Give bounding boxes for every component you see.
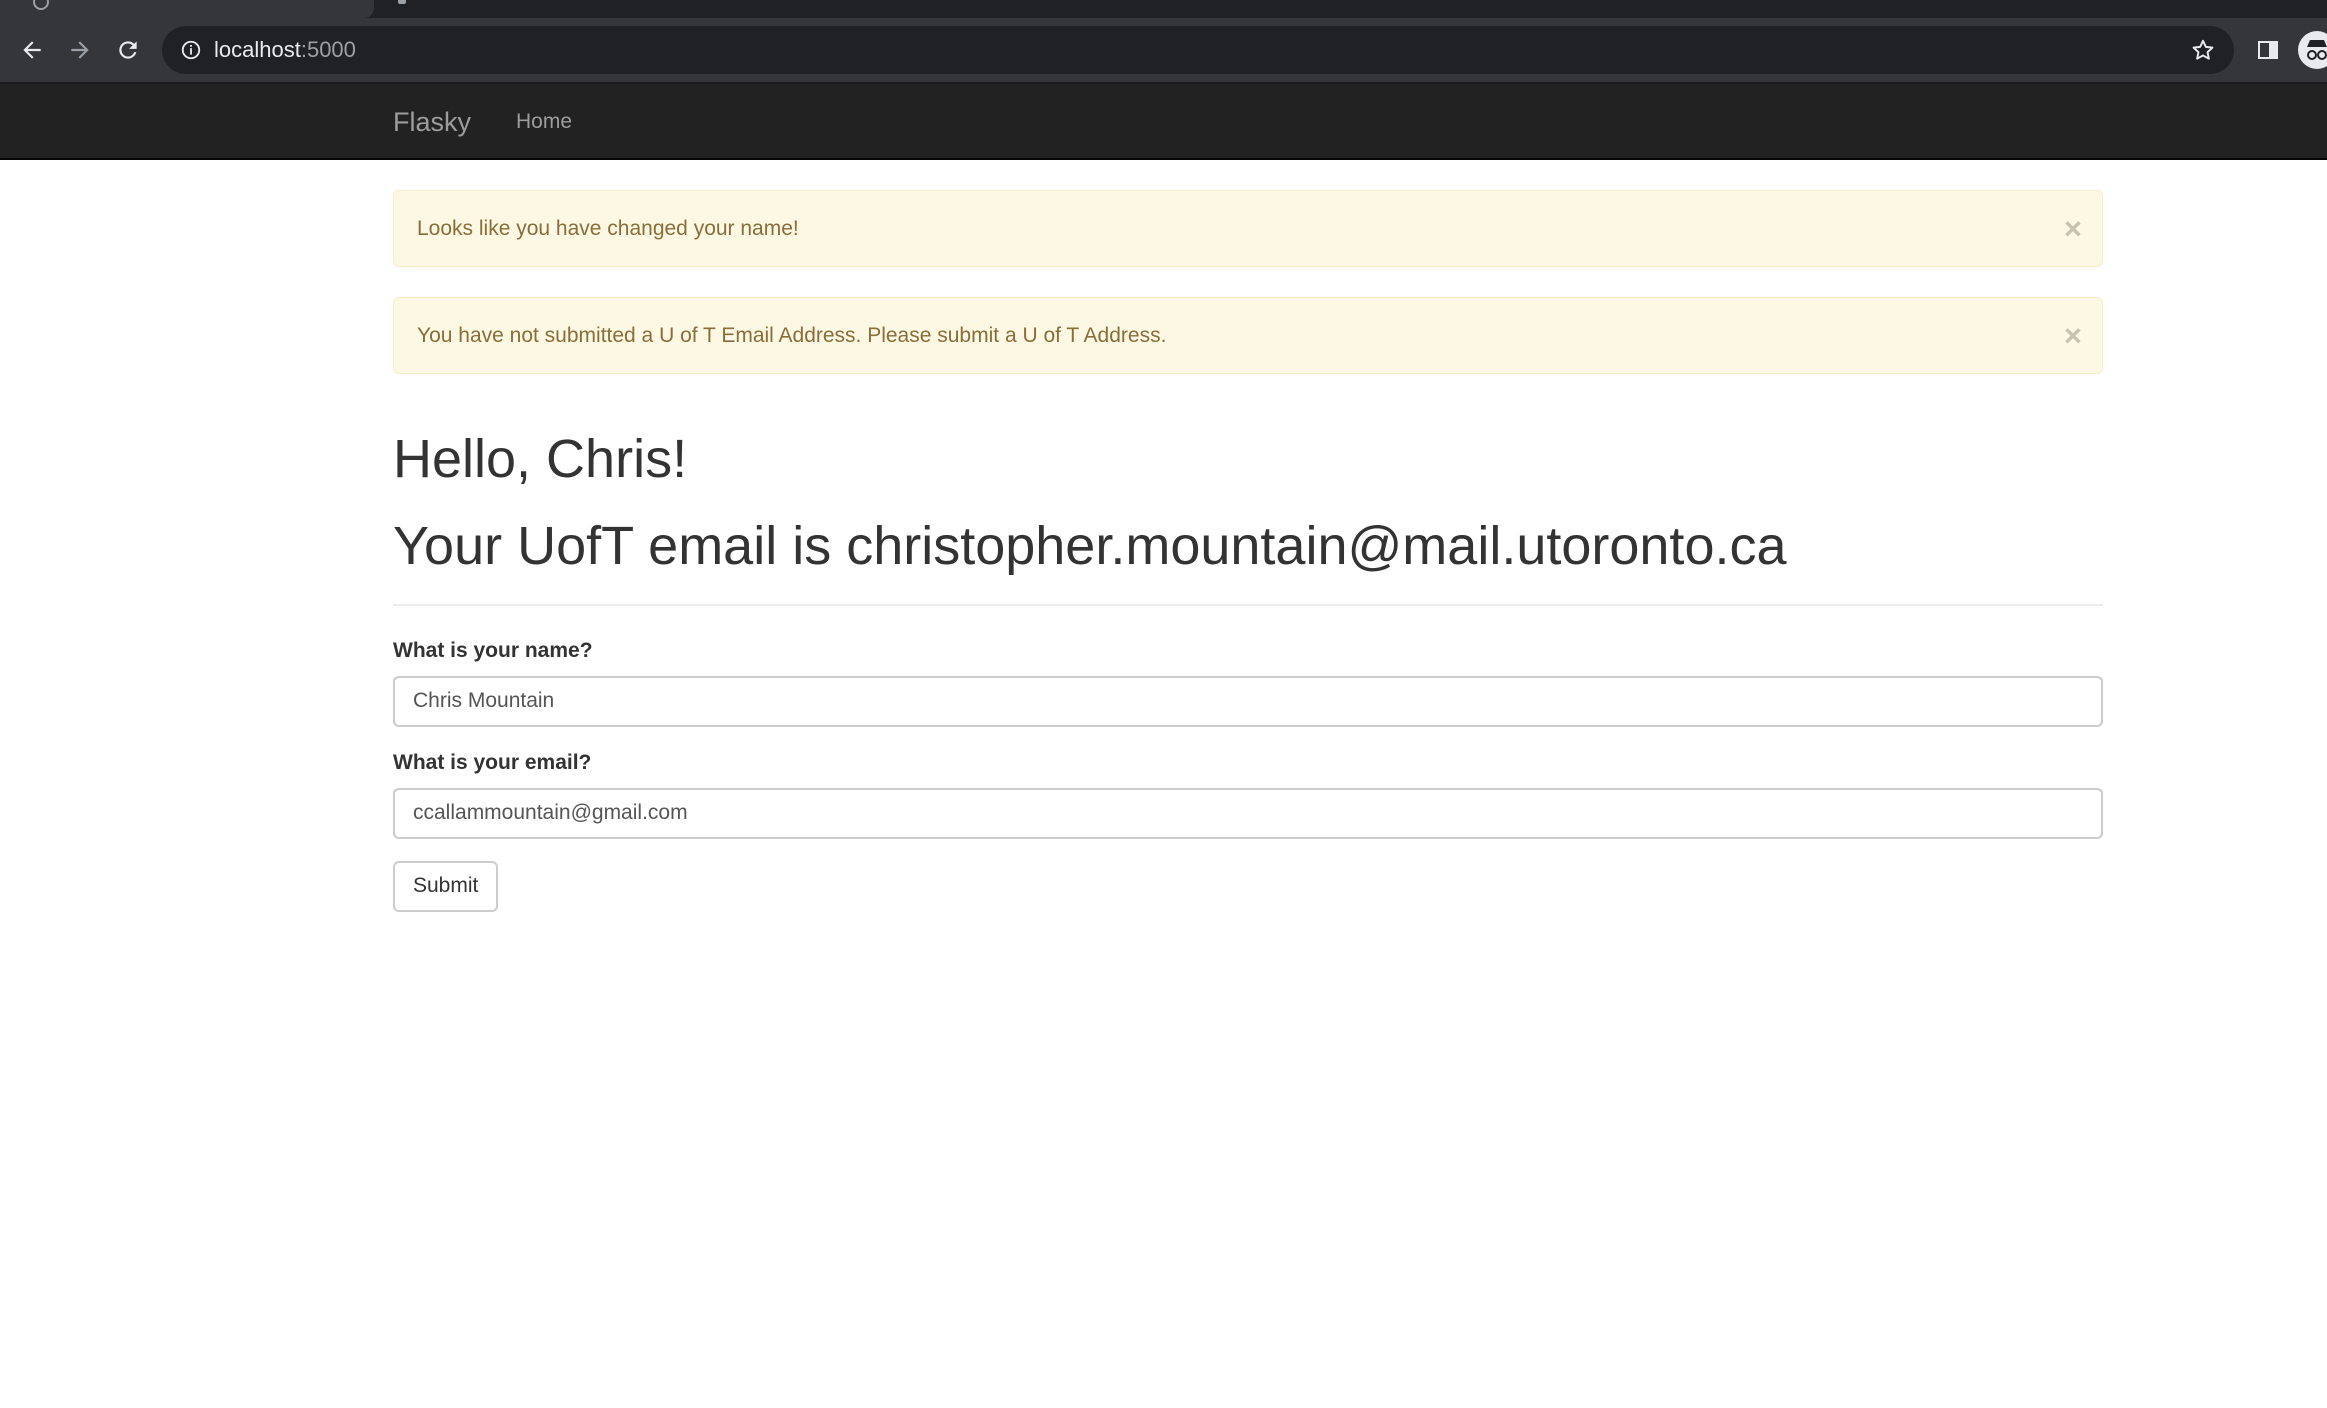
email-input[interactable] (393, 787, 2103, 839)
alert-message: Looks like you have changed your name! (417, 217, 799, 240)
name-input[interactable] (393, 675, 2103, 727)
navbar-brand[interactable]: Flasky (393, 84, 471, 160)
url-port: :5000 (300, 37, 356, 62)
header-divider (393, 603, 2103, 606)
name-label: What is your name? (393, 638, 593, 662)
site-info-icon[interactable] (180, 39, 202, 61)
side-panel-icon[interactable] (2244, 26, 2292, 74)
browser-toolbar: localhost:5000 (0, 18, 2327, 82)
close-icon[interactable]: × (2064, 191, 2082, 266)
url-host: localhost (214, 37, 301, 62)
incognito-avatar-icon[interactable] (2298, 31, 2327, 69)
tab-favicon-icon (33, 0, 49, 10)
close-icon[interactable]: × (2064, 298, 2082, 373)
address-bar[interactable]: localhost:5000 (162, 26, 2234, 74)
flash-alert-email-warning: You have not submitted a U of T Email Ad… (393, 297, 2103, 374)
browser-tab-active[interactable] (0, 0, 374, 18)
back-icon[interactable] (8, 26, 56, 74)
email-label: What is your email? (393, 750, 592, 774)
forward-icon[interactable] (56, 26, 104, 74)
browser-tab-strip (0, 0, 2327, 18)
url-text[interactable]: localhost:5000 (214, 26, 356, 74)
reload-icon[interactable] (104, 26, 152, 74)
browser-tab-inactive[interactable] (398, 0, 406, 4)
nav-link-home[interactable]: Home (516, 84, 572, 160)
email-heading: Your UofT email is christopher.mountain@… (393, 516, 1787, 577)
main-container: Looks like you have changed your name! ×… (393, 190, 2103, 912)
submit-button[interactable]: Submit (393, 860, 499, 912)
profile-form: What is your name? What is your email? S… (393, 639, 2103, 912)
bookmark-star-icon[interactable] (2190, 37, 2216, 63)
alert-message: You have not submitted a U of T Email Ad… (417, 324, 1167, 347)
greeting-heading: Hello, Chris! (393, 429, 688, 489)
flash-alert-name-changed: Looks like you have changed your name! × (393, 190, 2103, 267)
navbar: Flasky Home (0, 84, 2327, 160)
